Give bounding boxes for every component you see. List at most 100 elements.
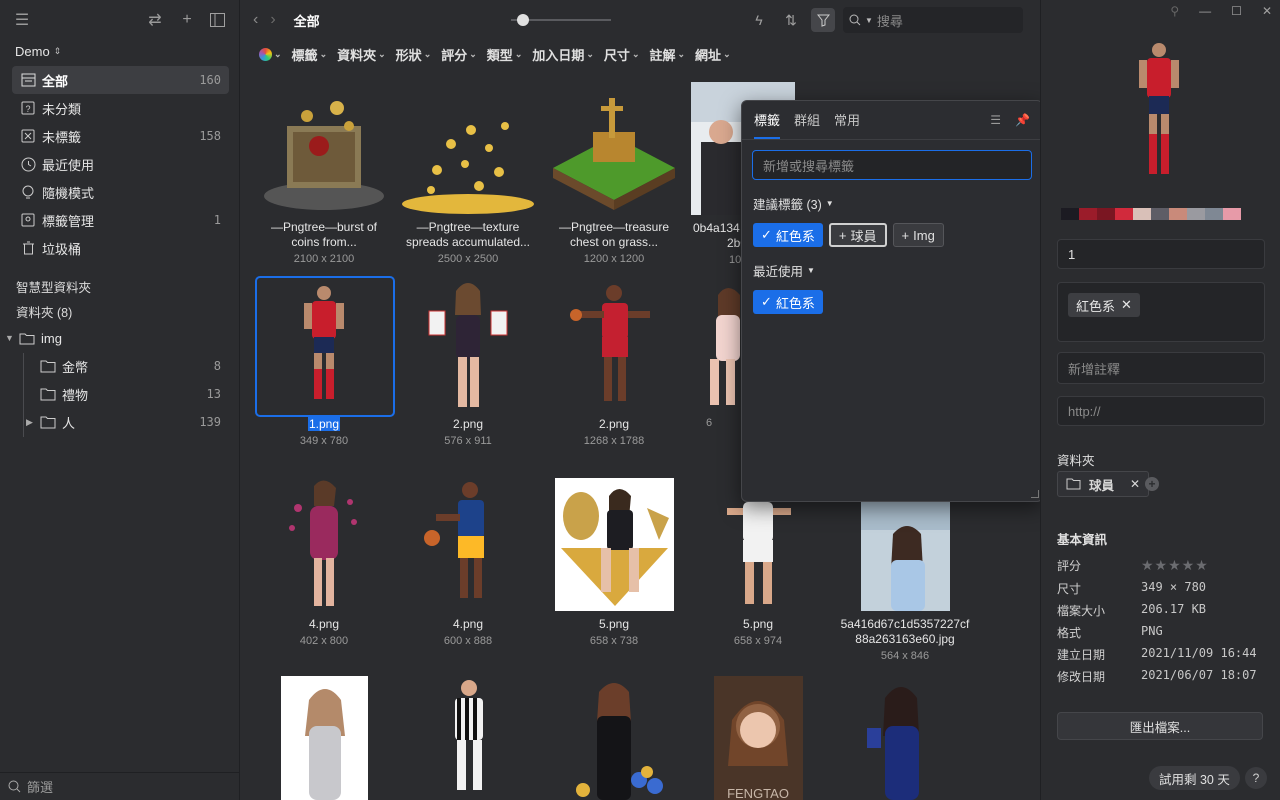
remove-tag-icon[interactable]: ✕: [1121, 297, 1132, 313]
nav-item-all[interactable]: 全部 160: [12, 66, 229, 94]
nav-item-tag-manage[interactable]: 標籤管理 1: [12, 206, 229, 234]
grid-item-selected[interactable]: 1.png 349 x 780: [254, 281, 394, 447]
tag-chip-add[interactable]: + Img: [892, 223, 944, 247]
palette-swatch[interactable]: [1187, 208, 1205, 220]
palette-swatch[interactable]: [1169, 208, 1187, 220]
add-folder-icon[interactable]: +: [1145, 477, 1159, 491]
chevron-down-icon[interactable]: ▼: [5, 333, 19, 343]
filter-shape[interactable]: 形狀 ⌄: [396, 45, 432, 64]
sync-icon[interactable]: ⇄: [145, 10, 165, 30]
name-field[interactable]: 1: [1057, 239, 1265, 269]
trial-badge[interactable]: 試用剩 30 天: [1149, 766, 1240, 790]
nav-item-uncategorized[interactable]: ? 未分類: [12, 94, 229, 122]
grid-item[interactable]: [254, 676, 394, 800]
chevron-right-icon[interactable]: ▶: [26, 417, 40, 428]
filter-input[interactable]: 篩選: [27, 777, 53, 796]
note-field[interactable]: 新增註釋: [1057, 352, 1265, 384]
tag-chip[interactable]: 紅色系 ✕: [1068, 293, 1140, 317]
grid-item[interactable]: 4.png 600 x 888: [398, 478, 538, 647]
maximize-icon[interactable]: ☐: [1231, 4, 1242, 18]
grid-item[interactable]: 5.png 658 x 974: [688, 478, 828, 647]
filter-icon[interactable]: [811, 8, 835, 32]
folder-gifts[interactable]: 禮物 13: [0, 380, 239, 408]
tab-groups[interactable]: 群組: [794, 110, 820, 139]
grid-item[interactable]: 4.png 402 x 800: [254, 478, 394, 647]
folder-people[interactable]: ▶ 人 139: [0, 408, 239, 436]
grid-item[interactable]: 6: [688, 281, 748, 429]
tags-field[interactable]: 紅色系 ✕: [1057, 282, 1265, 342]
export-button[interactable]: 匯出檔案...: [1057, 712, 1263, 740]
grid-item[interactable]: 2.png 1268 x 1788: [544, 281, 684, 447]
filter-url[interactable]: 網址 ⌄: [695, 45, 731, 64]
filter-notes[interactable]: 註解 ⌄: [649, 45, 685, 64]
palette-swatch[interactable]: [1205, 208, 1223, 220]
tab-common[interactable]: 常用: [834, 110, 860, 139]
close-icon[interactable]: ✕: [1262, 4, 1272, 18]
color-filter[interactable]: ⌄: [259, 47, 282, 61]
menu-icon[interactable]: ☰: [12, 10, 32, 30]
suggested-tags-header[interactable]: 建議標籤 (3) ▼: [753, 194, 1042, 213]
resize-handle[interactable]: [1031, 490, 1039, 498]
nav-item-untagged[interactable]: 未標籤 158: [12, 122, 229, 150]
preview-image[interactable]: [1129, 38, 1189, 186]
grid-item[interactable]: —Pngtree—treasure chest on grass... 1200 …: [544, 86, 684, 265]
sort-icon[interactable]: ⇅: [779, 8, 803, 32]
library-switcher[interactable]: Demo ⇕: [0, 40, 239, 62]
tag-chip-selected[interactable]: ✓ 紅色系: [753, 290, 823, 314]
palette-swatch[interactable]: [1061, 208, 1079, 220]
url-field[interactable]: http://: [1057, 396, 1265, 426]
filter-folders[interactable]: 資料夾 ⌄: [337, 45, 386, 64]
grid-item[interactable]: [830, 676, 970, 800]
folder-chip[interactable]: 球員 ✕: [1057, 471, 1150, 497]
nav-item-trash[interactable]: 垃圾桶: [12, 234, 229, 262]
filter-date-added[interactable]: 加入日期 ⌄: [532, 45, 594, 64]
zoom-slider[interactable]: [511, 14, 611, 26]
palette-swatch[interactable]: [1079, 208, 1097, 220]
nav-item-random[interactable]: 隨機模式: [12, 178, 229, 206]
tag-chip-selected[interactable]: ✓ 紅色系: [753, 223, 823, 247]
palette-swatch[interactable]: [1133, 208, 1151, 220]
grid-item[interactable]: FENGTAO: [688, 676, 828, 800]
palette-swatch[interactable]: [1223, 208, 1241, 220]
smart-folders-header[interactable]: 智慧型資料夾: [0, 274, 239, 299]
tag-chip-add[interactable]: + 球員: [828, 223, 887, 247]
palette-swatch[interactable]: [1151, 208, 1169, 220]
grid-item[interactable]: [544, 676, 684, 800]
toggle-sidebar-icon[interactable]: [207, 10, 227, 30]
filter-bar[interactable]: 篩選: [0, 772, 240, 800]
recent-tags-header[interactable]: 最近使用 ▼: [753, 261, 1042, 280]
remove-folder-icon[interactable]: ✕: [1130, 477, 1140, 491]
back-icon[interactable]: ‹: [253, 11, 258, 29]
grid-item[interactable]: 5a416d67c1d5357227cf 88a263163e60.jpg 564…: [830, 500, 980, 662]
filter-size[interactable]: 尺寸 ⌄: [604, 45, 640, 64]
filter-type[interactable]: 類型 ⌄: [487, 45, 523, 64]
search-field[interactable]: ▼ 搜尋: [843, 7, 1023, 33]
add-icon[interactable]: +: [177, 10, 197, 30]
tag-search-input[interactable]: 新增或搜尋標籤: [752, 150, 1032, 180]
file-name-selected[interactable]: 1.png: [307, 417, 341, 431]
grid-item[interactable]: —Pngtree—burst of coins from... 2100 x 21…: [254, 86, 394, 265]
pin-window-icon[interactable]: ⚲: [1170, 4, 1179, 18]
minimize-icon[interactable]: —: [1199, 4, 1211, 18]
filter-tags[interactable]: 標籤 ⌄: [292, 45, 328, 64]
grid-item[interactable]: [398, 676, 538, 800]
grid-item[interactable]: —Pngtree—texture spreads accumulated... 2…: [398, 86, 538, 265]
search-input[interactable]: 搜尋: [877, 11, 903, 30]
palette-swatch[interactable]: [1115, 208, 1133, 220]
grid-item[interactable]: 5.png 658 x 738: [544, 478, 684, 647]
forward-icon[interactable]: ›: [270, 11, 275, 29]
palette-swatch[interactable]: [1097, 208, 1115, 220]
folders-header[interactable]: 資料夾 (8): [0, 299, 239, 324]
grid-item[interactable]: 2.png 576 x 911: [398, 281, 538, 447]
lightning-icon[interactable]: ϟ: [747, 8, 771, 32]
help-button[interactable]: ?: [1245, 767, 1267, 789]
zoom-slider-knob[interactable]: [517, 14, 529, 26]
folder-img[interactable]: ▼ img: [0, 324, 239, 352]
filter-rating[interactable]: 評分 ⌄: [441, 45, 477, 64]
rating-stars[interactable]: ★★★★★: [1141, 557, 1209, 574]
nav-item-recent[interactable]: 最近使用: [12, 150, 229, 178]
tab-tags[interactable]: 標籤: [754, 110, 781, 139]
pin-icon[interactable]: 📌: [1015, 113, 1030, 127]
folder-coins[interactable]: 金幣 8: [0, 352, 239, 380]
sort-lines-icon[interactable]: ☰: [990, 113, 1001, 127]
